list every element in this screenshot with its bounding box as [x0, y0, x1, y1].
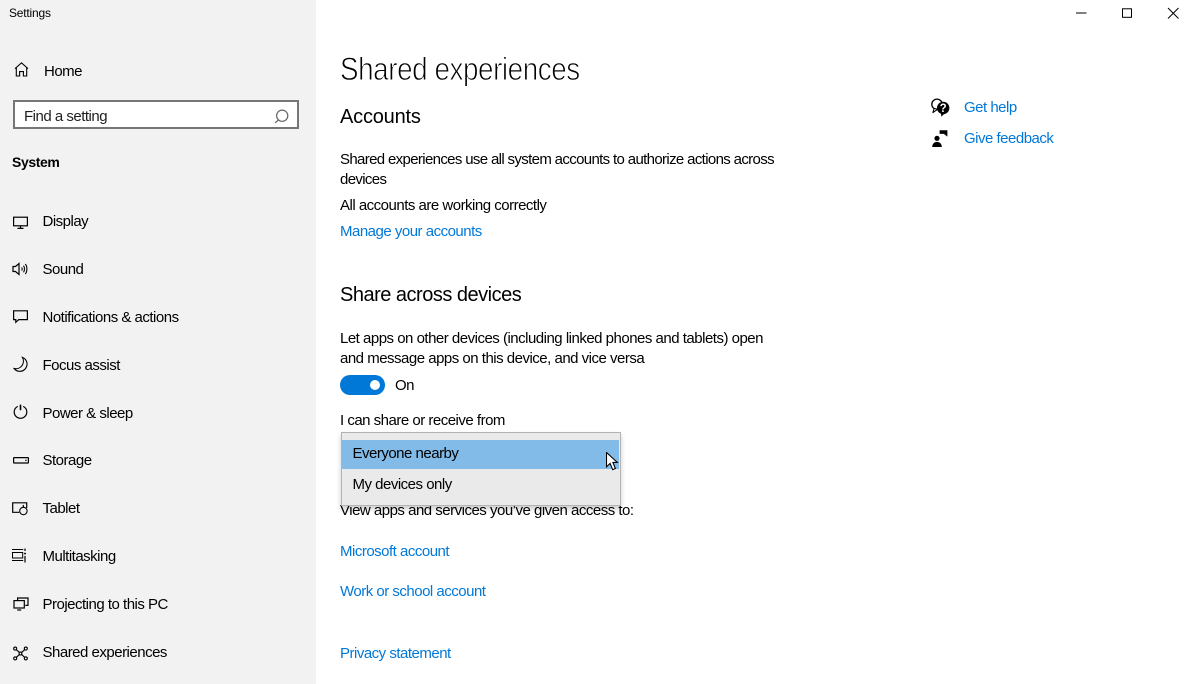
svg-text:?: ? — [940, 103, 947, 115]
